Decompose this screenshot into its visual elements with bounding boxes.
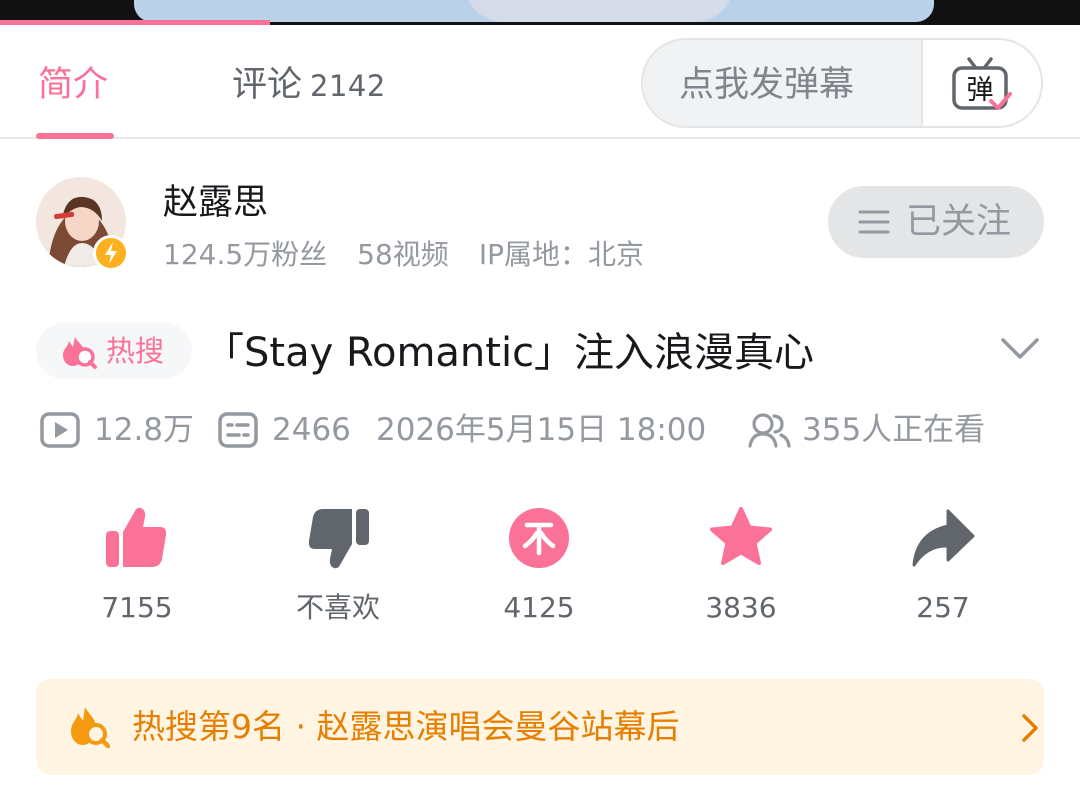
tab-intro[interactable]: 简介	[38, 65, 108, 105]
danmaku-input-pill: 点我发弹幕 弹	[641, 38, 1043, 128]
star-icon	[710, 507, 772, 565]
viewers-icon	[748, 413, 791, 448]
menu-lines-icon	[858, 210, 890, 234]
danmaku-toggle-button[interactable]: 弹	[921, 40, 1041, 126]
share-button[interactable]: 257	[868, 505, 1018, 635]
coin-button[interactable]: 4125	[464, 505, 614, 635]
hot-search-banner-text: 热搜第9名 · 赵露思演唱会曼谷站幕后	[132, 707, 680, 746]
favorite-button[interactable]: 3836	[666, 505, 816, 635]
uploader-meta: 124.5万粉丝 58视频 IP属地：北京	[163, 237, 674, 273]
hot-search-banner[interactable]: 热搜第9名 · 赵露思演唱会曼谷站幕后	[36, 679, 1044, 775]
follow-label: 已关注	[906, 202, 1012, 242]
active-tab-indicator	[36, 133, 114, 139]
like-count: 7155	[101, 591, 173, 624]
hot-search-flame-icon	[71, 707, 110, 749]
tv-danmaku-icon: 弹	[952, 57, 1012, 110]
dislike-label: 不喜欢	[295, 591, 380, 624]
dislike-button[interactable]: 不喜欢	[263, 505, 413, 635]
comments-count: 2142	[310, 69, 386, 103]
video-frame	[134, 0, 934, 22]
like-button[interactable]: 7155	[62, 505, 212, 635]
favorite-count: 3836	[705, 591, 777, 624]
ip-location: IP属地：北京	[478, 238, 644, 271]
follow-button[interactable]: 已关注	[828, 186, 1044, 258]
danmaku-icon	[218, 412, 258, 448]
view-count: 12.8万	[94, 412, 195, 448]
hot-search-tag-label: 热搜	[106, 334, 165, 368]
uploader-name[interactable]: 赵露思	[163, 182, 268, 224]
chevron-right-icon	[1022, 714, 1038, 742]
tab-bar: 简介 评论 2142 点我发弹幕 弹	[0, 25, 1080, 139]
coin-icon	[509, 508, 569, 568]
hot-search-tag[interactable]: 热搜	[36, 323, 192, 379]
danmaku-input[interactable]: 点我发弹幕	[679, 65, 854, 105]
share-count: 257	[916, 591, 970, 624]
play-icon	[40, 412, 80, 448]
coin-count: 4125	[503, 591, 575, 624]
tab-comments-label: 评论	[232, 65, 303, 105]
danmaku-count: 2466	[272, 412, 351, 448]
thumb-up-icon	[106, 507, 167, 567]
video-player[interactable]	[0, 0, 1080, 25]
watching-now: 355人正在看	[802, 412, 986, 448]
publish-time-text: 2026年5月15日 18:00	[376, 412, 707, 448]
thumb-down-icon	[308, 509, 369, 569]
chevron-down-icon[interactable]	[1000, 335, 1040, 363]
video-count: 58视频	[357, 238, 449, 271]
share-icon	[912, 509, 975, 567]
tab-comments[interactable]: 评论 2142	[232, 65, 386, 106]
hot-search-flame-icon	[63, 337, 97, 369]
follower-count: 124.5万粉丝	[163, 238, 328, 271]
verified-badge-icon	[93, 235, 129, 271]
video-title: 「Stay Romantic」注入浪漫真心	[204, 330, 815, 376]
